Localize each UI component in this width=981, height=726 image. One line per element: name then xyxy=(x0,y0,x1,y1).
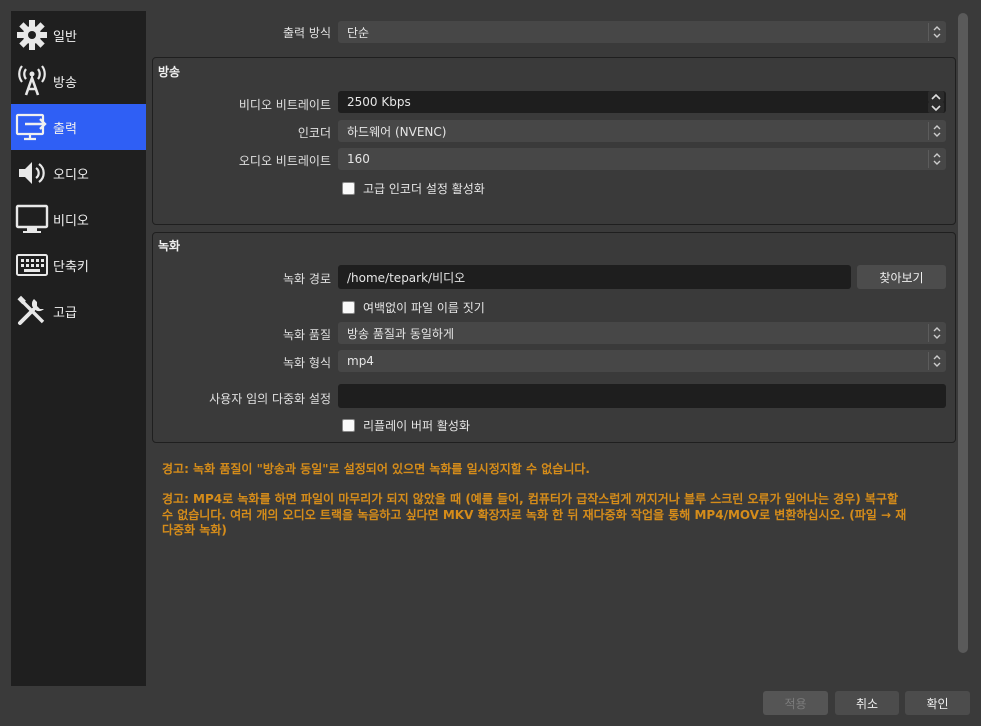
recording-path-value: /home/tepark/비디오 xyxy=(347,270,466,285)
recording-quality-select[interactable]: 방송 품질과 동일하게 xyxy=(338,322,946,344)
custom-muxer-label: 사용자 임의 다중화 설정 xyxy=(209,392,331,406)
recording-format-select[interactable]: mp4 xyxy=(338,350,946,372)
custom-muxer-input[interactable] xyxy=(338,384,946,408)
sidebar-item-output[interactable]: 출력 xyxy=(11,104,146,150)
sidebar-item-hotkeys[interactable]: 단축키 xyxy=(11,242,146,288)
apply-button[interactable]: 적용 xyxy=(763,691,828,715)
sidebar-item-stream[interactable]: 방송 xyxy=(11,58,146,104)
broadcast-antenna-icon xyxy=(14,63,50,99)
settings-sidebar: 일반 방송 출력 오디오 비디오 단축키 고급 xyxy=(11,11,146,686)
cancel-button[interactable]: 취소 xyxy=(835,691,899,715)
output-mode-label: 출력 방식 xyxy=(283,26,331,40)
spin-up-icon[interactable] xyxy=(928,91,944,102)
spin-down-icon[interactable] xyxy=(928,102,944,113)
recording-format-value: mp4 xyxy=(347,354,374,368)
sidebar-item-advanced[interactable]: 고급 xyxy=(11,288,146,334)
sidebar-item-label: 일반 xyxy=(53,29,77,45)
sidebar-item-audio[interactable]: 오디오 xyxy=(11,150,146,196)
no-space-filename-checkbox-row[interactable]: 여백없이 파일 이름 짓기 xyxy=(342,299,485,316)
advanced-encoder-checkbox-row[interactable]: 고급 인코더 설정 활성화 xyxy=(342,180,485,197)
audio-bitrate-label: 오디오 비트레이트 xyxy=(238,154,331,168)
recording-quality-label: 녹화 품질 xyxy=(283,328,331,342)
recording-path-input[interactable]: /home/tepark/비디오 xyxy=(338,265,851,289)
sidebar-item-label: 오디오 xyxy=(53,167,89,183)
advanced-encoder-checkbox[interactable] xyxy=(342,182,355,195)
vertical-scrollbar[interactable] xyxy=(958,13,968,653)
sidebar-item-general[interactable]: 일반 xyxy=(11,12,146,58)
warning-pause-text: 경고: 녹화 품질이 "방송과 동일"로 설정되어 있으면 녹화를 일시정지할 … xyxy=(162,462,590,476)
sidebar-item-label: 단축키 xyxy=(53,259,89,275)
video-bitrate-value: 2500 Kbps xyxy=(347,95,411,109)
encoder-select[interactable]: 하드웨어 (NVENC) xyxy=(338,120,946,142)
warning-mp4-line2: 수 없습니다. 여러 개의 오디오 트랙을 녹음하고 싶다면 MKV 확장자로 … xyxy=(162,508,907,522)
encoder-value: 하드웨어 (NVENC) xyxy=(347,124,447,139)
replay-buffer-checkbox-row[interactable]: 리플레이 버퍼 활성화 xyxy=(342,417,470,434)
no-space-filename-label: 여백없이 파일 이름 짓기 xyxy=(363,301,485,315)
tools-icon xyxy=(14,293,50,329)
sidebar-item-video[interactable]: 비디오 xyxy=(11,196,146,242)
output-mode-select[interactable]: 단순 xyxy=(338,21,946,43)
keyboard-icon xyxy=(14,247,50,283)
audio-bitrate-value: 160 xyxy=(347,152,370,166)
encoder-label: 인코더 xyxy=(297,126,331,140)
gear-icon xyxy=(14,17,50,53)
warning-mp4-line3: 다중화 녹화) xyxy=(162,523,227,537)
output-monitor-icon xyxy=(14,109,50,145)
no-space-filename-checkbox[interactable] xyxy=(342,301,355,314)
sidebar-item-label: 비디오 xyxy=(53,213,89,229)
sidebar-item-label: 방송 xyxy=(53,75,77,91)
replay-buffer-label: 리플레이 버퍼 활성화 xyxy=(363,419,470,433)
recording-format-label: 녹화 형식 xyxy=(283,356,331,370)
chevron-up-down-icon xyxy=(928,23,944,41)
sidebar-item-label: 고급 xyxy=(53,305,77,321)
warning-mp4-line1: 경고: MP4로 녹화를 하면 파일이 마무리가 되지 않았을 때 (예를 들어… xyxy=(162,492,898,506)
ok-button[interactable]: 확인 xyxy=(905,691,970,715)
chevron-up-down-icon xyxy=(928,324,944,342)
advanced-encoder-label: 고급 인코더 설정 활성화 xyxy=(363,182,485,196)
chevron-up-down-icon xyxy=(928,352,944,370)
recording-quality-value: 방송 품질과 동일하게 xyxy=(347,326,454,341)
chevron-up-down-icon xyxy=(928,150,944,168)
video-bitrate-label: 비디오 비트레이트 xyxy=(238,98,331,112)
recording-path-label: 녹화 경로 xyxy=(283,272,331,286)
streaming-group-title: 방송 xyxy=(158,65,181,79)
video-bitrate-spinbox[interactable]: 2500 Kbps xyxy=(338,91,946,113)
recording-group-title: 녹화 xyxy=(158,239,181,253)
sidebar-item-label: 출력 xyxy=(53,121,77,137)
browse-button[interactable]: 찾아보기 xyxy=(857,265,946,289)
speaker-icon xyxy=(14,155,50,191)
replay-buffer-checkbox[interactable] xyxy=(342,419,355,432)
monitor-icon xyxy=(14,201,50,237)
chevron-up-down-icon xyxy=(928,122,944,140)
output-mode-value: 단순 xyxy=(347,25,370,40)
audio-bitrate-select[interactable]: 160 xyxy=(338,148,946,170)
